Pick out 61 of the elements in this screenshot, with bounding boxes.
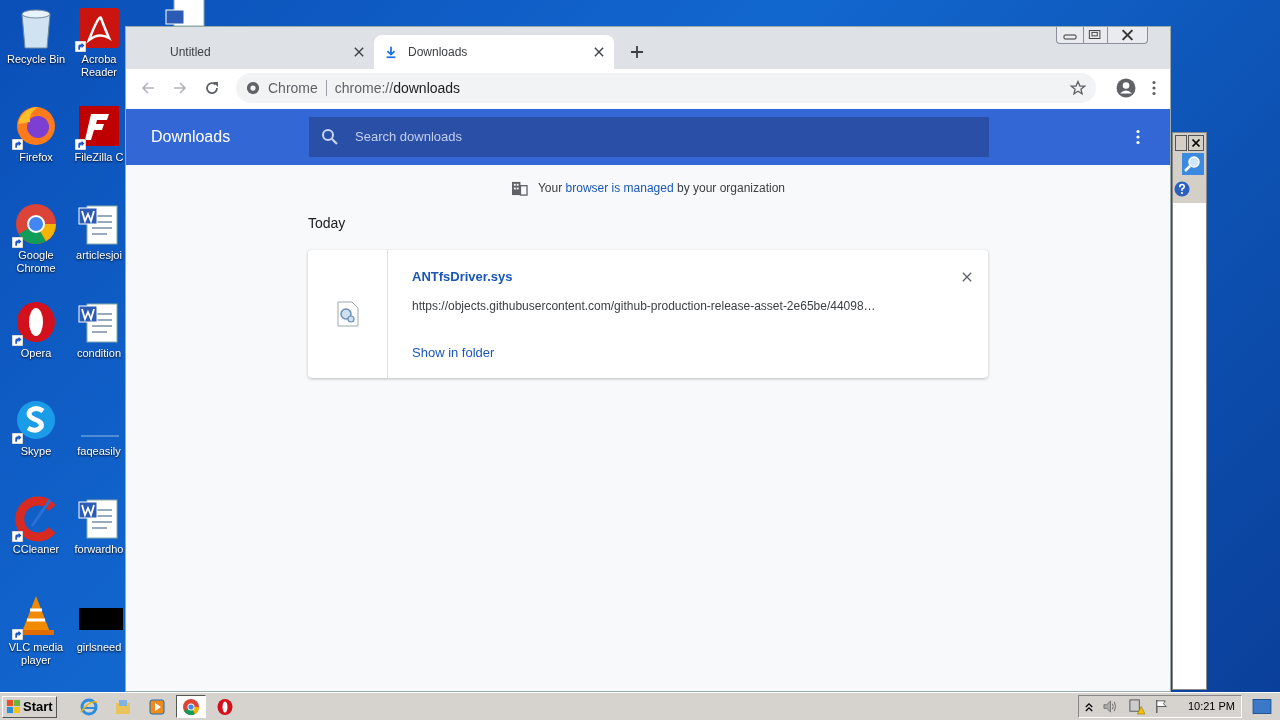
app-icon [215, 697, 234, 716]
taskbar-app[interactable] [175, 695, 206, 718]
desktop-icon-label[interactable]: girlsneed [72, 641, 126, 654]
desktop-icon-label[interactable]: FileZilla C [72, 151, 126, 164]
menu-icon[interactable] [1152, 80, 1156, 96]
site-label: Chrome [268, 78, 318, 98]
file-icon [335, 301, 360, 327]
date-heading: Today [308, 214, 347, 233]
start-button[interactable]: Start [2, 695, 57, 718]
tab-title: Untitled [170, 44, 212, 61]
source-url: https://objects.githubusercontent.com/github-production-release-asset-2e65be/44098… [412, 297, 877, 315]
app-icon [147, 697, 166, 716]
desktop-icon-label[interactable]: forwardho [72, 543, 126, 556]
app-icon [113, 697, 132, 716]
desktop-icon-label[interactable]: Opera [1, 347, 71, 360]
desktop-icon-label[interactable]: Skype [1, 445, 71, 458]
desktop-icon-label[interactable]: VLC media player [1, 641, 71, 667]
search-icon [321, 128, 339, 146]
new-tab-icon[interactable] [630, 45, 644, 59]
search-field[interactable]: Search downloads [355, 127, 989, 147]
search-bar[interactable]: Search downloads [309, 117, 989, 157]
managed-notice: Your browser is managed by your organization [537, 180, 786, 197]
desktop-icon-label[interactable]: Firefox [1, 151, 71, 164]
desktop-icon-label[interactable]: Recycle Bin [1, 53, 71, 66]
url-text: chrome://downloads [334, 78, 462, 98]
clock[interactable]: 10:21 PM [1187, 698, 1235, 715]
app-icon [79, 697, 98, 716]
browser-tab[interactable]: Downloads [374, 35, 614, 69]
star-icon[interactable] [1070, 80, 1086, 96]
help-icon[interactable] [1174, 181, 1190, 197]
show-desktop-icon[interactable] [1252, 699, 1272, 714]
remove-icon[interactable] [962, 271, 972, 282]
document-icon[interactable] [164, 0, 208, 26]
desktop-icon-label[interactable]: articlesjoi [72, 249, 126, 262]
speaker-icon[interactable] [1101, 699, 1119, 714]
desktop-icon-label[interactable]: faqeasily [72, 445, 126, 458]
chevron-up-icon[interactable] [1084, 701, 1093, 712]
download-icon [384, 45, 398, 59]
network-warning-icon[interactable] [1127, 698, 1145, 715]
windows-logo-icon [6, 699, 21, 714]
maximize-button[interactable] [1175, 135, 1187, 151]
close-icon[interactable] [1188, 135, 1204, 151]
file-name-link[interactable]: ANTfsDriver.sys [412, 267, 513, 287]
app-icon [181, 697, 200, 716]
desktop-icon-label[interactable]: condition [72, 347, 126, 360]
flag-icon[interactable] [1153, 699, 1169, 714]
reload-icon[interactable] [204, 80, 220, 96]
more-icon[interactable] [1136, 129, 1140, 145]
desktop-icon-label[interactable]: Acroba Reader [72, 53, 126, 79]
close-icon[interactable] [594, 47, 604, 57]
tab-title: Downloads [408, 44, 469, 61]
page-title: Downloads [151, 127, 232, 147]
building-icon [510, 180, 528, 196]
desktop-icon-label[interactable]: Google Chrome [1, 249, 71, 275]
managed-link[interactable]: browser is managed [565, 181, 674, 195]
address-bar[interactable]: Chrome chrome://downloads [236, 73, 1096, 103]
desktop-icon-label[interactable]: CCleaner [1, 543, 71, 556]
show-in-folder-link[interactable]: Show in folder [412, 342, 495, 362]
close-icon[interactable] [354, 47, 364, 57]
search-icon[interactable] [1182, 153, 1204, 175]
profile-icon[interactable] [1116, 78, 1136, 98]
